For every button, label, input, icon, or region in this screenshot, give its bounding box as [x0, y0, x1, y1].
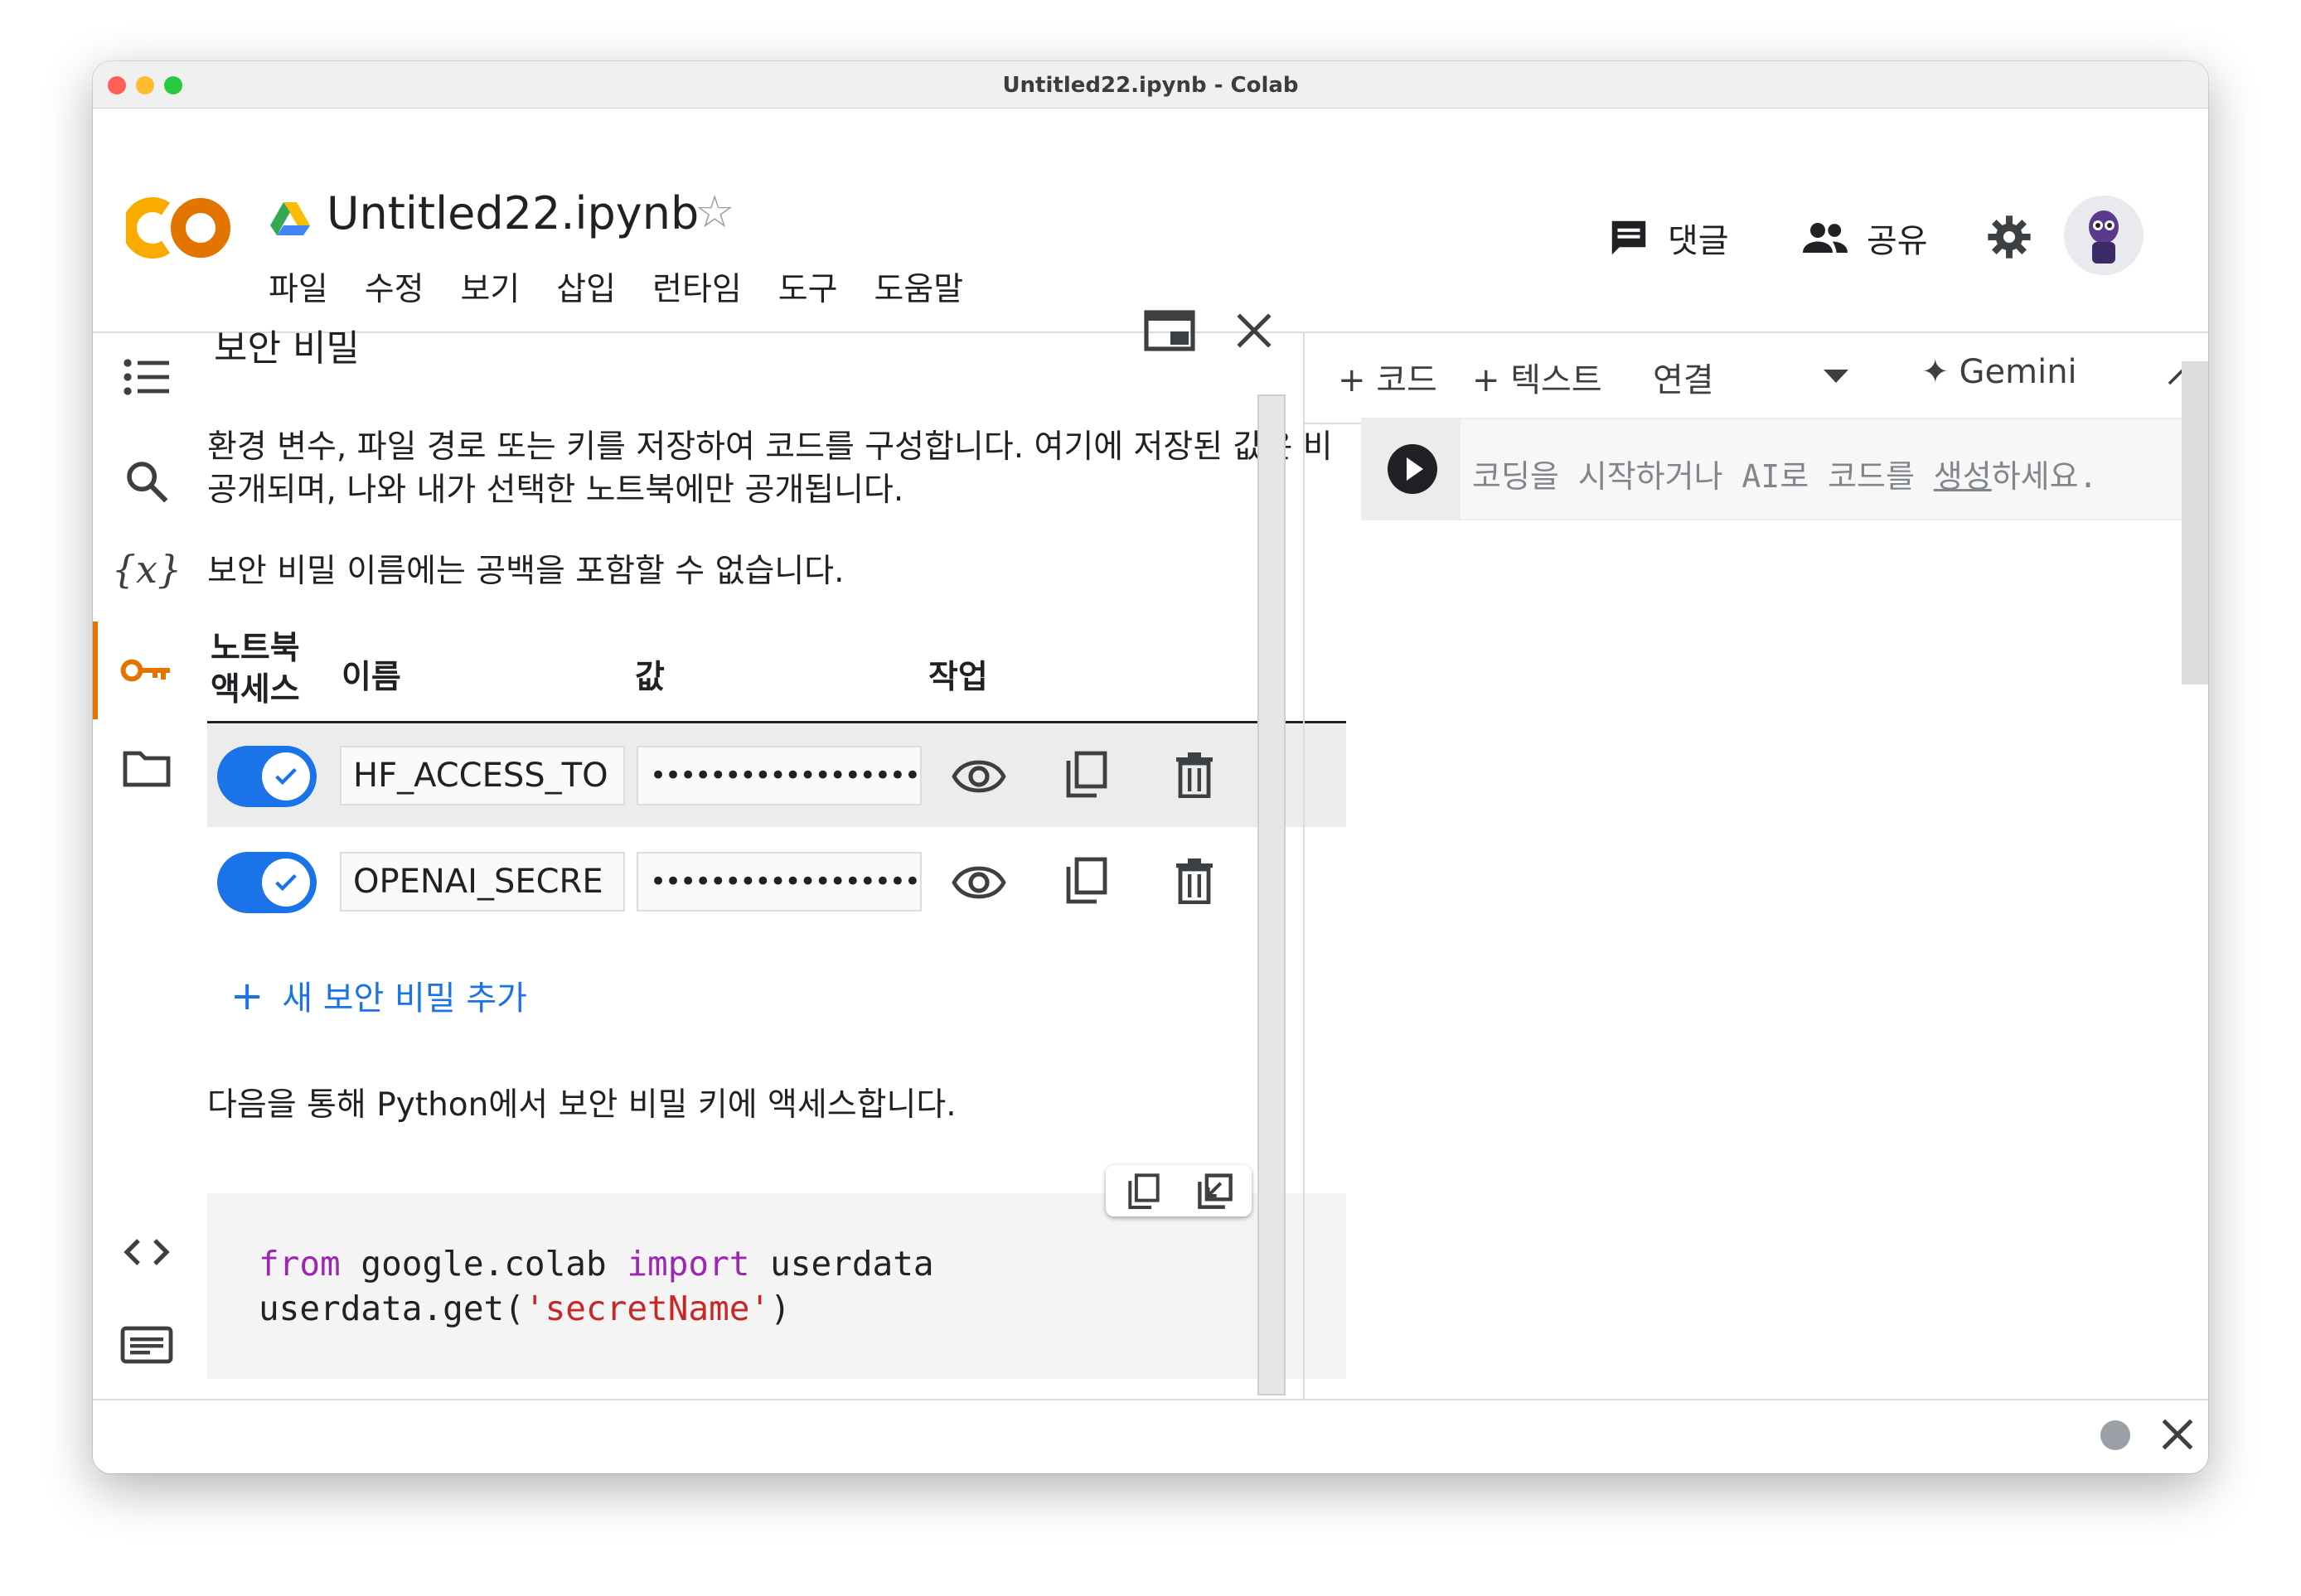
- placeholder-text: 하세요.: [1991, 458, 2098, 495]
- panel-divider[interactable]: [1303, 331, 1305, 1473]
- copy-code-icon[interactable]: [1126, 1173, 1162, 1210]
- code-keyword: import: [627, 1244, 750, 1284]
- menu-insert[interactable]: 삽입: [556, 264, 616, 310]
- browser-window: Untitled22.ipynb - Colab Untitled22.ipyn…: [93, 61, 2208, 1473]
- cell-placeholder[interactable]: 코딩을 시작하거나 AI로 코드를 생성하세요.: [1472, 451, 2097, 496]
- google-drive-icon[interactable]: [270, 201, 310, 237]
- panel-title: 보안 비밀: [214, 327, 360, 370]
- menu-help[interactable]: 도움말: [874, 264, 963, 310]
- code-snippet-toolbar: [1106, 1165, 1252, 1216]
- comment-label: 댓글: [1668, 222, 1729, 260]
- status-bar: [93, 1399, 2208, 1473]
- code-string: 'secretName': [524, 1289, 771, 1328]
- share-button[interactable]: 공유: [1800, 214, 1928, 262]
- generate-link[interactable]: 생성: [1934, 458, 1992, 495]
- insert-code-icon[interactable]: [1197, 1173, 1233, 1210]
- window-title: Untitled22.ipynb - Colab: [1002, 73, 1299, 98]
- folder-icon[interactable]: [118, 739, 176, 797]
- show-value-eye-icon[interactable]: [950, 854, 1008, 912]
- show-value-eye-icon[interactable]: [950, 747, 1008, 805]
- menu-runtime[interactable]: 런타임: [652, 264, 742, 310]
- code-text: ): [770, 1289, 791, 1328]
- connect-button[interactable]: 연결: [1653, 353, 1714, 401]
- title-bar: Untitled22.ipynb - Colab: [93, 61, 2208, 109]
- delete-icon[interactable]: [1165, 746, 1223, 804]
- terminal-icon[interactable]: [118, 1316, 176, 1374]
- delete-icon[interactable]: [1165, 852, 1223, 910]
- toggle-knob: [262, 752, 310, 800]
- placeholder-text: 코딩을 시작하거나 AI로 코드를: [1472, 458, 1934, 495]
- check-icon: [275, 767, 297, 786]
- notebook-access-toggle[interactable]: [217, 852, 317, 913]
- add-secret-button[interactable]: + 새 보안 비밀 추가: [230, 971, 527, 1019]
- code-snippets-icon[interactable]: [118, 1223, 176, 1281]
- people-icon: [1803, 223, 1848, 253]
- copy-icon[interactable]: [1058, 852, 1116, 910]
- comment-button[interactable]: 댓글: [1606, 214, 1729, 262]
- menu-tools[interactable]: 도구: [778, 264, 838, 310]
- panel-scrollbar[interactable]: [1257, 394, 1286, 1395]
- star-icon[interactable]: ☆: [695, 186, 734, 238]
- secret-value-field[interactable]: •••••••••••••••••••••••: [637, 746, 922, 805]
- panel-description: 환경 변수, 파일 경로 또는 키를 저장하여 코드를 구성합니다. 여기에 저…: [207, 428, 1333, 509]
- settings-gear-icon[interactable]: [1986, 214, 2032, 260]
- menu-bar: 파일 수정 보기 삽입 런타임 도구 도움말: [269, 264, 1000, 310]
- plus-icon: +: [230, 973, 264, 1019]
- column-actions: 작업: [928, 659, 988, 696]
- notebook-vertical-scrollbar[interactable]: [2182, 361, 2208, 684]
- run-cell-play-icon[interactable]: [1388, 444, 1437, 494]
- check-icon: [275, 873, 297, 892]
- toggle-knob: [262, 858, 310, 907]
- close-panel-icon[interactable]: [1233, 310, 1275, 351]
- active-tab-indicator: [93, 621, 98, 719]
- notebook-title[interactable]: Untitled22.ipynb: [327, 187, 699, 239]
- code-snippet: from google.colab import userdata userda…: [259, 1241, 934, 1331]
- add-text-button[interactable]: + 텍스트: [1472, 353, 1602, 401]
- table-header-rule: [207, 721, 1346, 723]
- key-icon[interactable]: [118, 641, 176, 699]
- chevron-down-icon[interactable]: [1824, 370, 1848, 384]
- secret-value-field[interactable]: •••••••••••••••••••••••: [637, 852, 922, 912]
- column-access-line2: 액세스: [211, 671, 300, 709]
- copy-icon[interactable]: [1058, 746, 1116, 804]
- code-text: google.colab: [340, 1244, 627, 1284]
- code-keyword: from: [259, 1244, 341, 1284]
- variables-icon[interactable]: {x}: [112, 540, 182, 598]
- add-code-button[interactable]: + 코드: [1338, 353, 1437, 401]
- column-access-line1: 노트북: [211, 630, 300, 667]
- colab-header: Untitled22.ipynb ☆ 파일 수정 보기 삽입 런타임 도구 도움…: [93, 108, 2208, 333]
- status-indicator-dot: [2100, 1420, 2130, 1450]
- menu-edit[interactable]: 수정: [365, 264, 424, 310]
- share-label: 공유: [1867, 222, 1928, 260]
- notebook-access-toggle[interactable]: [217, 746, 317, 807]
- menu-file[interactable]: 파일: [269, 264, 328, 310]
- column-name: 이름: [342, 659, 401, 696]
- add-secret-label: 새 보안 비밀 추가: [282, 979, 527, 1018]
- open-in-tab-icon[interactable]: [1144, 310, 1195, 351]
- gemini-button[interactable]: ✦ Gemini: [1921, 353, 2077, 391]
- close-status-icon[interactable]: [2157, 1414, 2198, 1455]
- sparkle-icon: ✦: [1921, 353, 1950, 391]
- code-text: userdata.get(: [259, 1289, 525, 1328]
- gemini-label: Gemini: [1959, 353, 2077, 391]
- notebook-toolbar: + 코드 + 텍스트 연결 ✦ Gemini: [1305, 331, 2208, 424]
- python-access-note: 다음을 통해 Python에서 보안 비밀 키에 액세스합니다.: [207, 1086, 957, 1124]
- menu-view[interactable]: 보기: [461, 264, 521, 310]
- secret-name-field[interactable]: HF_ACCESS_TO: [340, 746, 625, 805]
- colab-logo[interactable]: [126, 191, 234, 265]
- column-notebook-access: 노트북 액세스: [211, 628, 300, 711]
- code-text: userdata: [749, 1244, 934, 1284]
- table-of-contents-icon[interactable]: [118, 348, 176, 406]
- search-icon[interactable]: [118, 452, 176, 510]
- secret-name-field[interactable]: OPENAI_SECRE: [340, 852, 625, 912]
- column-value: 값: [635, 659, 665, 696]
- name-rule-note: 보안 비밀 이름에는 공백을 포함할 수 없습니다.: [207, 553, 845, 590]
- comment-icon: [1611, 220, 1646, 255]
- user-avatar[interactable]: [2064, 196, 2144, 275]
